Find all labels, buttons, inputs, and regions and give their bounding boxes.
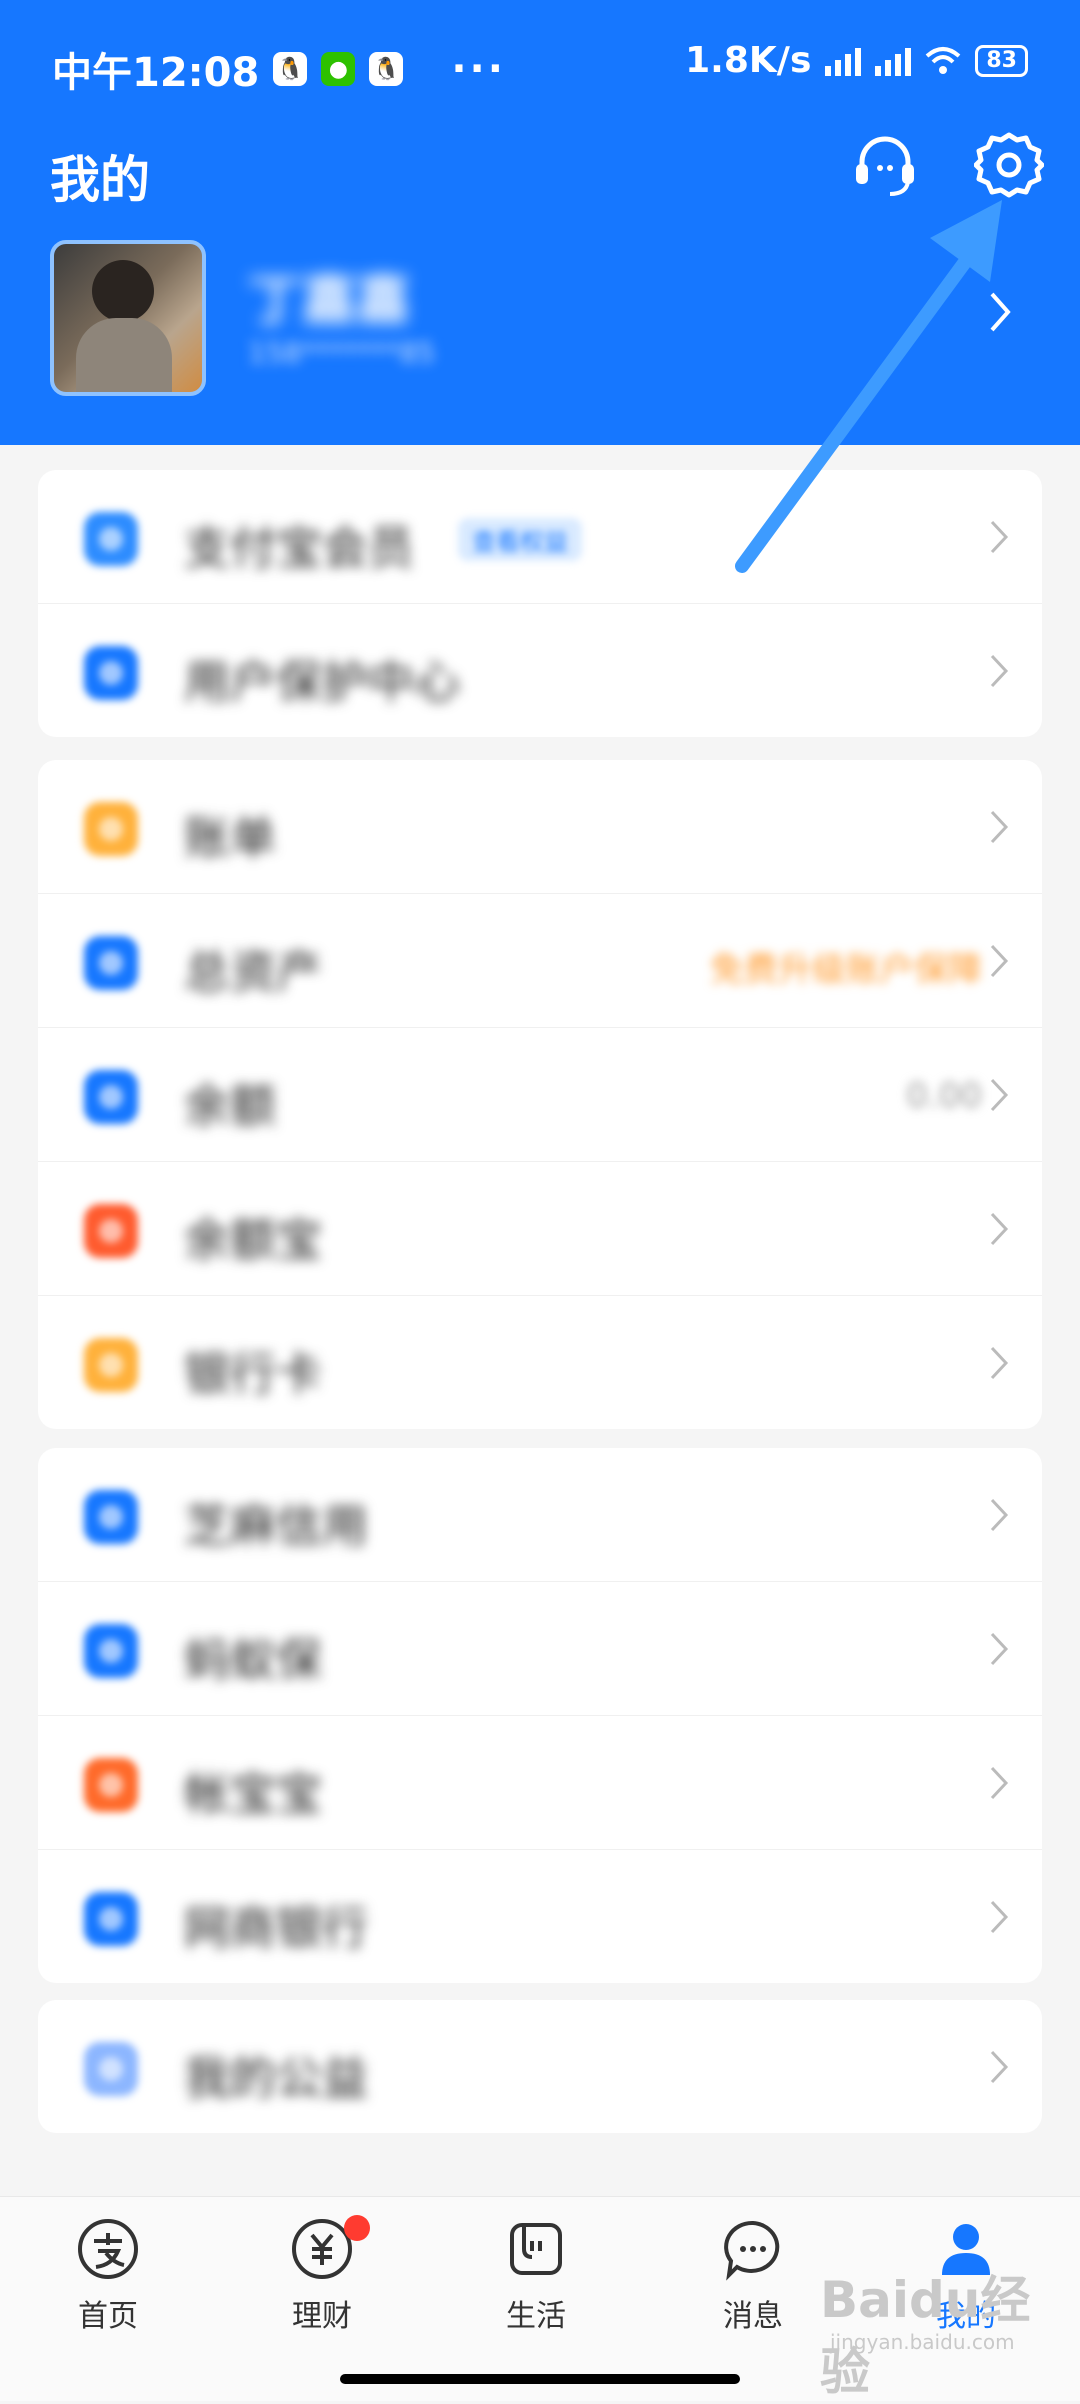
qq-icon: 🐧 — [369, 52, 404, 86]
username: 丁嘉嘉 — [248, 269, 410, 332]
menu-row-extra: 0.00 — [906, 1076, 982, 1116]
chat-icon — [721, 2217, 785, 2281]
menu-row-my-charity[interactable]: 我的公益 — [38, 2000, 1042, 2133]
notification-dot — [344, 2215, 370, 2241]
menu-row-label: 用户保护中心 — [184, 655, 460, 709]
menu-row-bill[interactable]: 账单 — [38, 760, 1042, 893]
settings-gear-icon[interactable] — [974, 130, 1044, 200]
status-right: 1.8K/s 83 — [685, 40, 1028, 81]
menu-row-label: 芝麻信用 — [184, 1499, 368, 1553]
tab-home[interactable]: 首页 — [38, 2217, 178, 2335]
assets-icon — [76, 928, 146, 998]
wifi-icon — [926, 46, 961, 74]
sesame-icon — [76, 1482, 146, 1552]
tab-label: 首页 — [78, 2299, 138, 2334]
menu-card: 芝麻信用蚂蚁保帐宝宝网商银行 — [38, 1448, 1042, 1983]
customer-service-icon[interactable] — [850, 130, 920, 200]
chevron-right-icon — [990, 1212, 1009, 1246]
menu-row-extra: 免费升级账户保障 — [710, 950, 982, 990]
menu-row-user-protection[interactable]: 用户保护中心 — [38, 603, 1042, 737]
menu-row-label: 我的公益 — [184, 2051, 368, 2105]
member-badge: 查看权益 — [458, 518, 582, 561]
menu-row-label: 余额宝 — [184, 1213, 322, 1267]
chevron-right-icon — [990, 520, 1009, 554]
menu-row-total-assets[interactable]: 总资产 免费升级账户保障 — [38, 893, 1042, 1027]
status-bar: 中午12:08 🐧 ● 🐧 ··· 1.8K/s 83 — [0, 0, 1080, 130]
menu-row-label: 余额 — [184, 1079, 276, 1133]
signal-icon — [875, 46, 912, 76]
home-indicator — [340, 2374, 740, 2384]
tab-life[interactable]: 生活 — [466, 2217, 606, 2335]
charity-icon — [76, 2034, 146, 2104]
account-number: 158*******85 — [248, 336, 436, 369]
chevron-right-icon — [990, 1346, 1009, 1380]
menu-row-label: 蚂蚁保 — [184, 1633, 322, 1687]
chevron-right-icon — [990, 1766, 1009, 1800]
chevron-right-icon — [990, 1078, 1009, 1112]
menu-card: 支付宝会员 查看权益用户保护中心 — [38, 470, 1042, 737]
menu-row-bank-card[interactable]: 银行卡 — [38, 1295, 1042, 1429]
insurance-icon — [76, 1616, 146, 1686]
menu-row-label: 支付宝会员 — [184, 521, 414, 575]
signal-icon — [825, 46, 862, 76]
status-left: 中午12:08 🐧 ● 🐧 ··· — [52, 40, 506, 98]
menu-row-alipay-member[interactable]: 支付宝会员 查看权益 — [38, 470, 1042, 603]
bill-icon — [76, 794, 146, 864]
menu-card: 账单总资产 免费升级账户保障余额 0.00 余额宝银行卡 — [38, 760, 1042, 1429]
watermark-url: jingyan.baidu.com — [830, 2330, 1015, 2354]
shield-icon — [76, 638, 146, 708]
menu-card: 我的公益 — [38, 2000, 1042, 2133]
chevron-right-icon — [990, 1498, 1009, 1532]
balance-icon — [76, 1062, 146, 1132]
chevron-right-icon — [990, 810, 1009, 844]
card-icon — [76, 1330, 146, 1400]
battery-icon: 83 — [975, 44, 1028, 77]
menu-row-mybank[interactable]: 网商银行 — [38, 1849, 1042, 1983]
member-icon — [76, 504, 146, 574]
chevron-right-icon — [990, 944, 1009, 978]
menu-row-label: 银行卡 — [184, 1347, 322, 1401]
life-icon — [504, 2217, 568, 2281]
menu-row-ant-insurance[interactable]: 蚂蚁保 — [38, 1581, 1042, 1715]
page-title: 我的 — [50, 151, 150, 209]
profile-header: 我的 丁嘉嘉 158*******85 — [0, 130, 1080, 445]
tab-label: 理财 — [292, 2299, 352, 2334]
tab-label: 消息 — [723, 2299, 783, 2334]
status-time: 中午12:08 — [52, 50, 260, 96]
menu-row-label: 网商银行 — [184, 1901, 368, 1955]
menu-row-balance[interactable]: 余额 0.00 — [38, 1027, 1042, 1161]
network-speed: 1.8K/s — [685, 40, 812, 81]
menu-row-huabei[interactable]: 帐宝宝 — [38, 1715, 1042, 1849]
wechat-icon: ● — [321, 52, 356, 86]
menu-row-sesame-credit[interactable]: 芝麻信用 — [38, 1448, 1042, 1581]
qq-icon: 🐧 — [273, 52, 308, 86]
huabei-icon — [76, 1750, 146, 1820]
avatar[interactable] — [50, 240, 206, 396]
chevron-right-icon — [990, 2050, 1009, 2084]
more-notifications-icon: ··· — [451, 46, 506, 92]
alipay-icon — [76, 2217, 140, 2281]
menu-row-yuebao[interactable]: 余额宝 — [38, 1161, 1042, 1295]
chevron-right-icon — [990, 1900, 1009, 1934]
tab-label: 生活 — [506, 2299, 566, 2334]
tab-messages[interactable]: 消息 — [683, 2217, 823, 2335]
chevron-right-icon[interactable] — [986, 290, 1014, 334]
chevron-right-icon — [990, 654, 1009, 688]
mybank-icon — [76, 1884, 146, 1954]
chevron-right-icon — [990, 1632, 1009, 1666]
menu-row-label: 账单 — [184, 811, 276, 865]
yuebao-icon — [76, 1196, 146, 1266]
tab-wealth[interactable]: 理财 — [252, 2215, 392, 2335]
menu-row-label: 总资产 — [184, 945, 322, 999]
menu-row-label: 帐宝宝 — [184, 1767, 322, 1821]
